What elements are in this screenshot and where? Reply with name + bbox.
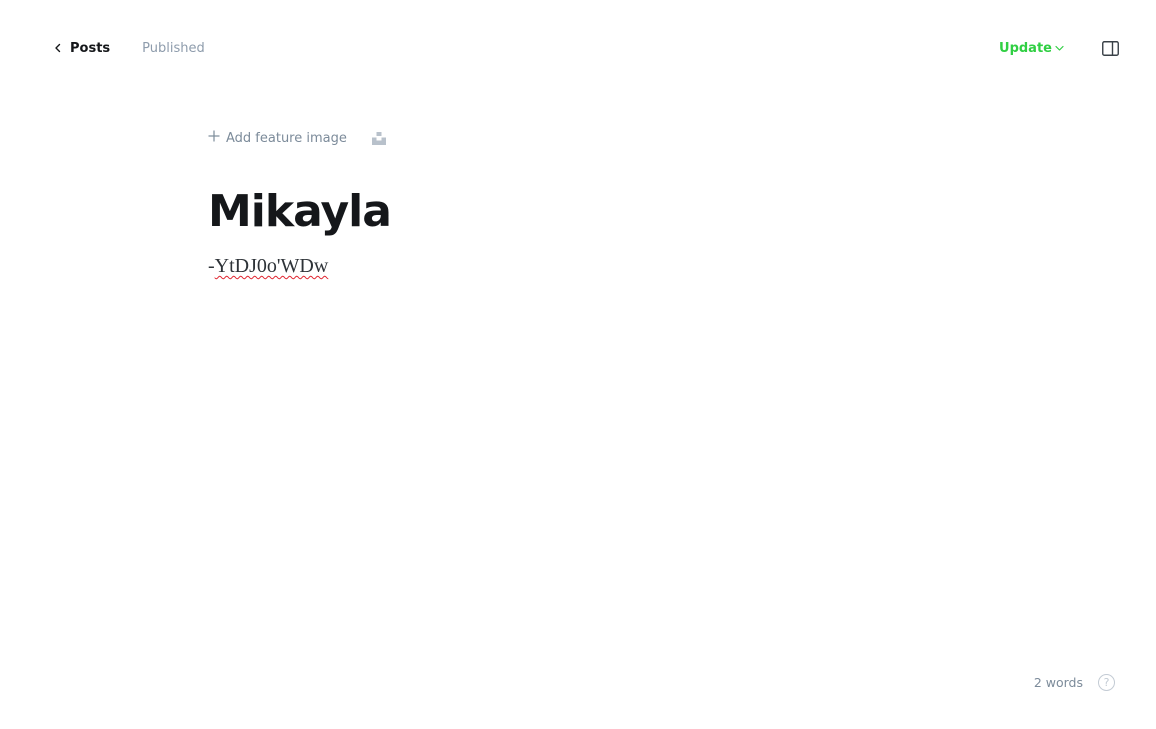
post-editor-page: Posts Published Update Add feature image…: [0, 0, 1156, 729]
unsplash-icon[interactable]: [371, 130, 387, 146]
back-link-label: Posts: [70, 40, 111, 56]
add-feature-image-button[interactable]: Add feature image: [208, 130, 347, 146]
editor-content: Add feature image Mikayla -YtDJ0o'WDw: [208, 126, 948, 280]
chevron-left-icon: [54, 43, 62, 53]
editor-footer: 2 words ?: [1034, 672, 1115, 692]
post-status: Published: [142, 40, 205, 56]
feature-image-row: Add feature image: [208, 126, 948, 150]
editor-header-right: Update: [999, 36, 1120, 60]
misspelled-word: YtDJ0o'WDw: [214, 255, 329, 277]
update-button-label: Update: [999, 40, 1052, 56]
post-title[interactable]: Mikayla: [208, 184, 948, 240]
update-button[interactable]: Update: [999, 41, 1064, 56]
chevron-down-icon: [1055, 41, 1064, 56]
sidebar-toggle-icon[interactable]: [1100, 38, 1120, 58]
editor-header-left: Posts Published: [54, 38, 205, 58]
add-feature-image-label: Add feature image: [226, 130, 347, 146]
back-to-posts-link[interactable]: Posts: [54, 41, 110, 56]
post-body-prefix: -: [208, 255, 215, 277]
help-icon[interactable]: ?: [1098, 673, 1115, 691]
word-count: 2 words: [1033, 674, 1083, 690]
plus-icon: [208, 130, 220, 146]
post-body[interactable]: -YtDJ0o'WDw: [208, 252, 948, 280]
